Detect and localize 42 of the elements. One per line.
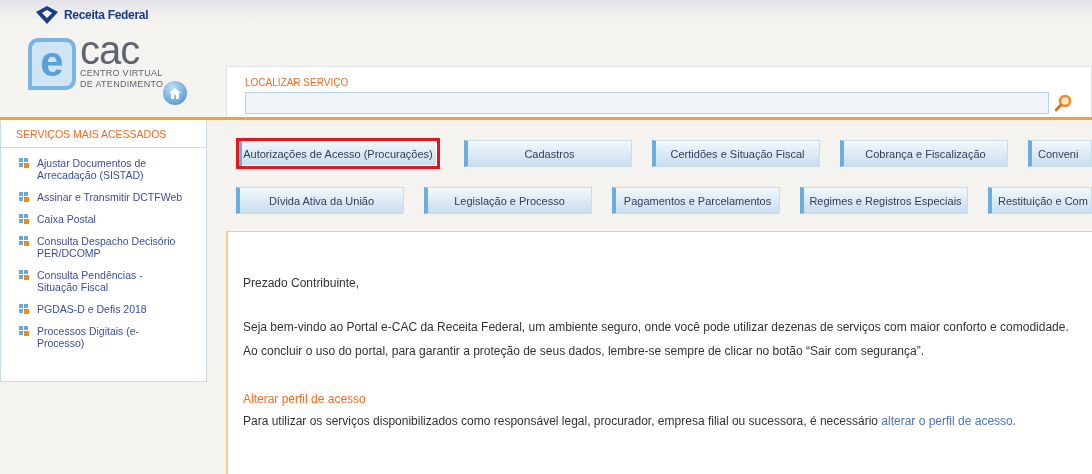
profile-link[interactable]: alterar o perfil de acesso.: [881, 414, 1017, 428]
bullet-icon: [19, 236, 29, 246]
sidebar-link[interactable]: Processos Digitais (e-Processo): [37, 325, 184, 349]
category-button[interactable]: Cadastros: [464, 140, 632, 167]
logo-tagline: DE ATENDIMENTO: [80, 79, 164, 90]
home-icon: [169, 87, 181, 99]
logo-letter: e: [28, 38, 76, 90]
bullet-icon: [19, 158, 29, 168]
category-button[interactable]: Restituição e Com: [988, 187, 1092, 214]
bullet-icon: [19, 326, 29, 336]
category-button[interactable]: Pagamentos e Parcelamentos: [612, 187, 780, 214]
bullet-icon: [19, 192, 29, 202]
search-icon[interactable]: [1055, 94, 1073, 112]
logo-word: cac: [80, 32, 140, 68]
logo-tagline: CENTRO VIRTUAL: [80, 68, 164, 79]
search-field[interactable]: [245, 92, 1049, 114]
category-button[interactable]: Autorizações de Acesso (Procurações): [236, 138, 440, 169]
sidebar-link[interactable]: Ajustar Documentos de Arrecadação (SISTAD): [37, 157, 184, 181]
welcome-text: Ao concluir o uso do portal, para garantir a proteção de seus dados, lembre-se sempre de clicar no botão “Sair com segurança”.: [243, 344, 926, 358]
category-button[interactable]: Legislação e Processo: [424, 187, 592, 214]
bullet-icon: [19, 304, 29, 314]
brand-name: Receita Federal: [64, 8, 149, 22]
category-button[interactable]: Dívida Ativa da União: [236, 187, 404, 214]
sidebar-link[interactable]: Caixa Postal: [37, 213, 184, 225]
greeting: Prezado Contribuinte,: [243, 276, 361, 290]
bullet-icon: [19, 270, 29, 280]
emblem-icon: [34, 6, 60, 24]
category-button[interactable]: Cobrança e Fiscalização: [840, 140, 1008, 167]
search-label: LOCALIZAR SERVIÇO: [245, 77, 350, 88]
section-title: Alterar perfil de acesso: [243, 392, 367, 406]
category-button[interactable]: Conveni: [1028, 140, 1092, 167]
sidebar-link[interactable]: Consulta Despacho Decisório PER/DCOMP: [37, 235, 184, 259]
category-button[interactable]: Regimes e Registros Especiais: [800, 187, 968, 214]
sidebar-link[interactable]: PGDAS-D e Defis 2018: [37, 303, 184, 315]
sidebar-title: SERVIÇOS MAIS ACESSADOS: [1, 120, 206, 148]
section-text: Para utilizar os serviços disponibilizados como responsável legal, procurador, empresa filial ou sucessora, é necessário alterar o perfil de acesso.: [243, 414, 1018, 428]
welcome-text: Seja bem-vindo ao Portal e-CAC da Receita Federal, um ambiente seguro, onde você pode utilizar dezenas de serviços com maior conforto e comodidade.: [243, 320, 1070, 334]
sidebar-link[interactable]: Assinar e Transmitir DCTFWeb: [37, 191, 184, 203]
home-button[interactable]: [163, 81, 187, 105]
category-button[interactable]: Certidões e Situação Fiscal: [652, 140, 820, 167]
bullet-icon: [19, 214, 29, 224]
sidebar-link[interactable]: Consulta Pendências - Situação Fiscal: [37, 269, 184, 293]
